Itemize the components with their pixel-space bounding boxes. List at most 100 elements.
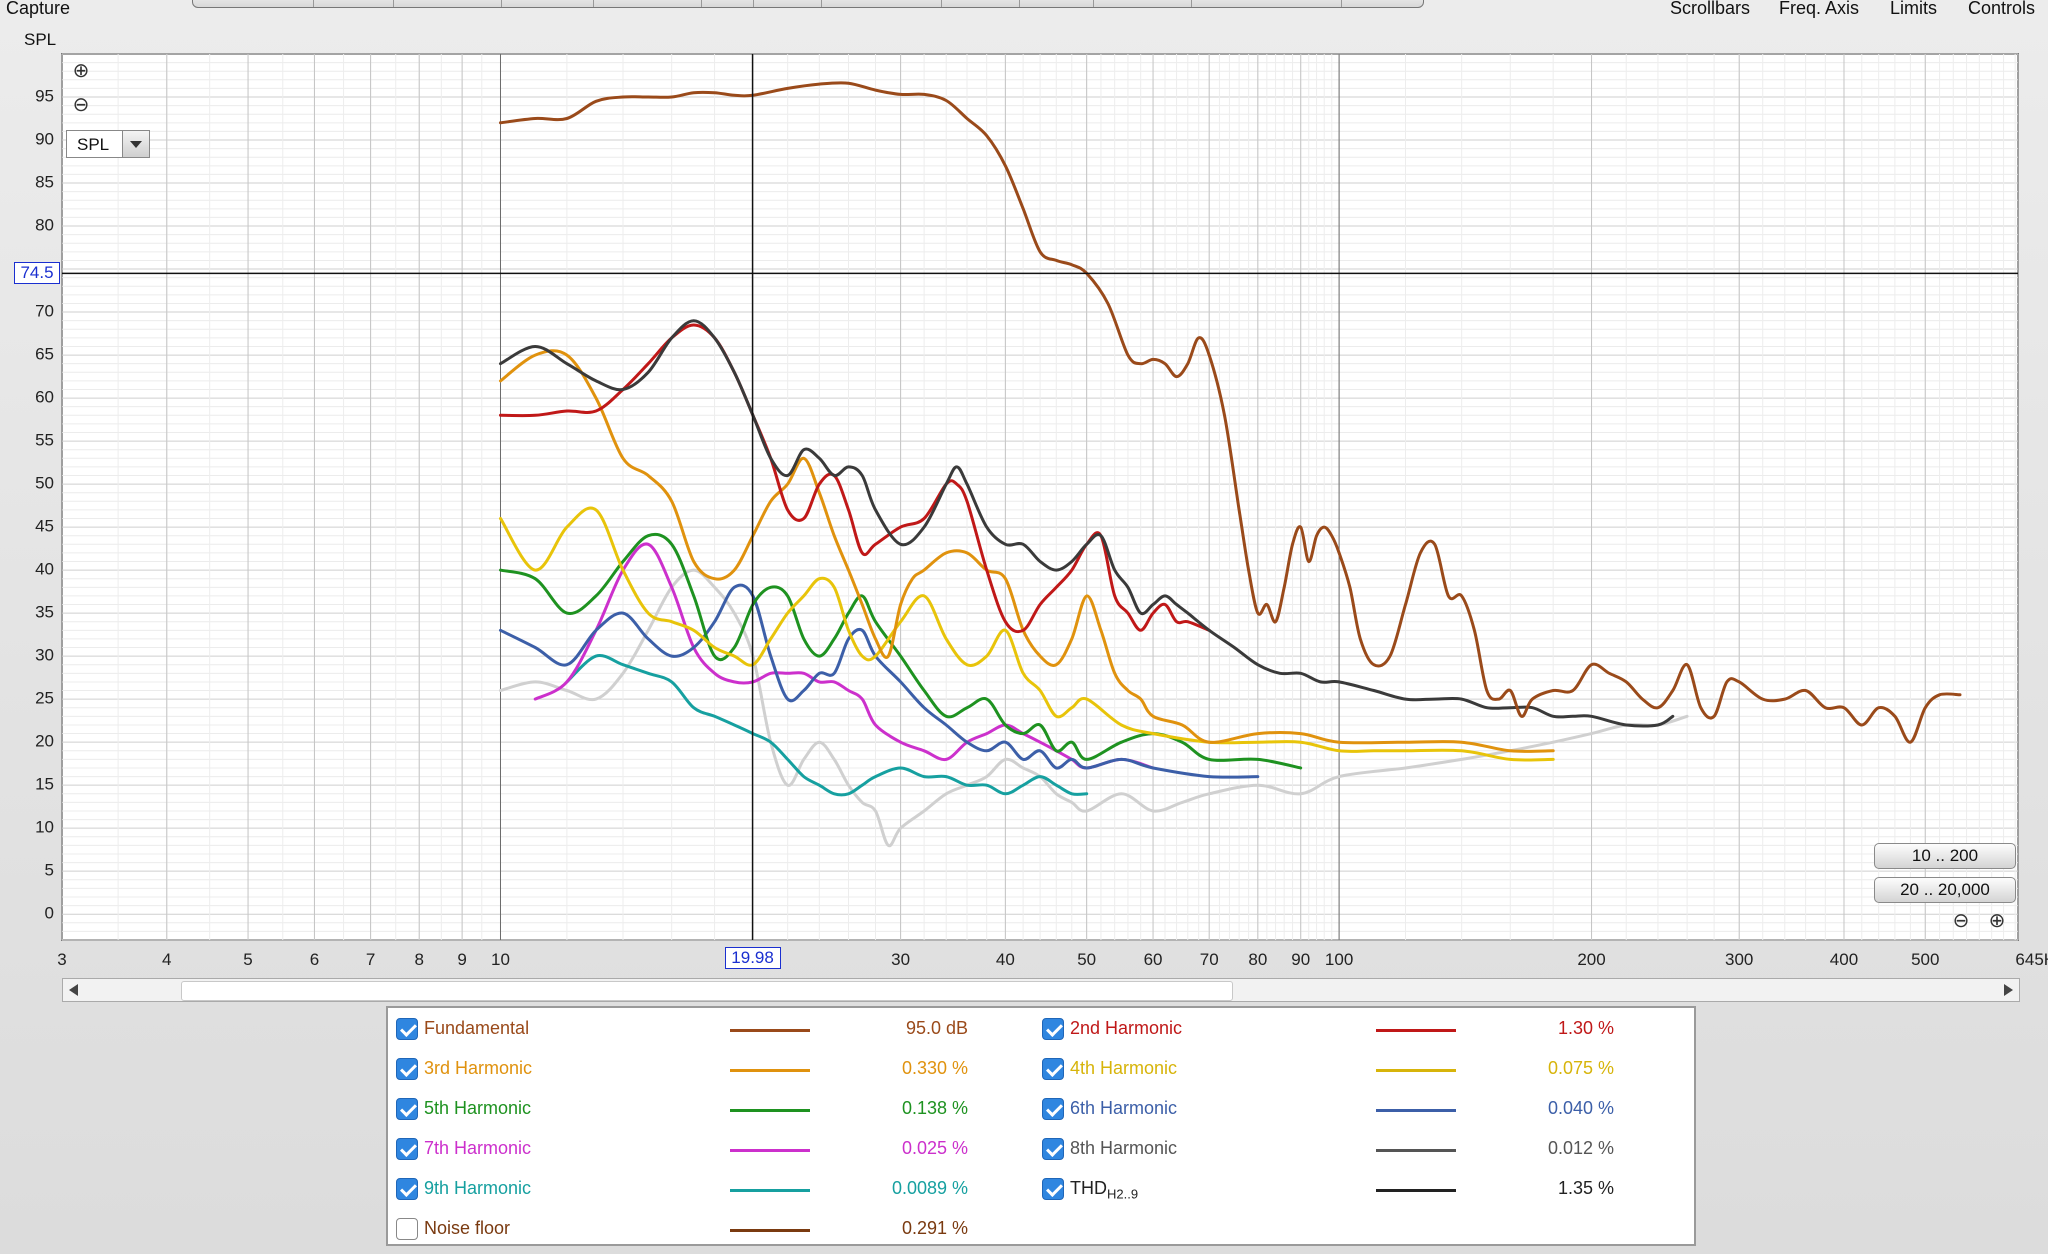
legend-label-subscript: H2..9 [1107,1186,1139,1202]
legend-value: 95.0 dB [905,1018,968,1038]
x-tick-label: 8 [414,950,423,969]
legend-item-thd[interactable]: THDH2..9 1.35 % [1034,1170,1674,1210]
y-tick-label: 45 [35,517,54,536]
legend-value: 0.330 % [901,1058,968,1078]
y-cursor-readout: 74.5 [14,262,60,285]
legend-checkbox[interactable] [396,1058,418,1080]
x-tick-label: 9 [457,950,466,969]
legend-checkbox[interactable] [396,1138,418,1160]
x-tick-label: 300 [1725,950,1753,969]
x-tick-label: 30 [891,950,910,969]
x-tick-label: 10 [491,950,510,969]
legend-item-2nd-harmonic[interactable]: 2nd Harmonic 1.30 % [1034,1010,1674,1050]
legend-item-fundamental[interactable]: Fundamental 95.0 dB [388,1010,1028,1050]
legend-label: 5th Harmonic [424,1098,532,1118]
legend-checkbox[interactable] [1042,1098,1064,1120]
legend-checkbox[interactable] [1042,1018,1064,1040]
y-tick-label: 85 [35,173,54,192]
x-tick-label: 70 [1200,950,1219,969]
legend-label: 2nd Harmonic [1070,1018,1183,1038]
legend-label: 8th Harmonic [1070,1138,1178,1158]
legend-checkbox[interactable] [396,1018,418,1040]
legend-item-7th-harmonic[interactable]: 7th Harmonic 0.025 % [388,1130,1028,1170]
y-unit-select[interactable]: SPL [66,130,150,158]
y-tick-label: 80 [35,216,54,235]
range-20-20000-button[interactable]: 20 .. 20,000 [1874,877,2016,903]
x-tick-label: 3 [57,950,66,969]
y-tick-label: 10 [35,818,54,837]
legend-checkbox[interactable] [396,1178,418,1200]
x-tick-label: 400 [1830,950,1858,969]
scroll-left-icon[interactable] [69,984,78,996]
horizontal-scrollbar[interactable] [62,978,2020,1002]
legend-swatch [1376,1029,1456,1032]
x-tick-label: 100 [1325,950,1353,969]
legend-swatch [730,1189,810,1192]
x-zoom-in-icon[interactable]: ⊕ [1986,910,2008,932]
legend-value: 0.040 % [1547,1098,1614,1118]
y-tick-label: 70 [35,302,54,321]
x-tick-label: 5 [243,950,252,969]
y-tick-label: 35 [35,603,54,622]
x-tick-label: 80 [1248,950,1267,969]
legend-label: 4th Harmonic [1070,1058,1178,1078]
legend-value: 0.138 % [901,1098,968,1118]
legend-value: 1.30 % [1557,1018,1614,1038]
scroll-right-icon[interactable] [2004,984,2013,996]
legend-swatch [730,1029,810,1032]
legend-checkbox[interactable] [396,1218,418,1240]
y-tick-label: 55 [35,431,54,450]
legend-value: 1.35 % [1557,1178,1614,1198]
legend-value: 0.025 % [901,1138,968,1158]
legend-swatch [730,1069,810,1072]
y-tick-label: 65 [35,345,54,364]
x-tick-label: 645Hz [2015,950,2048,969]
range-10-200-button[interactable]: 10 .. 200 [1874,843,2016,869]
legend-checkbox[interactable] [1042,1058,1064,1080]
x-cursor-readout: 19.98 [724,947,781,969]
y-zoom-in-icon[interactable]: ⊕ [70,60,92,82]
x-tick-label: 500 [1911,950,1939,969]
x-tick-label: 4 [162,950,171,969]
legend-item-8th-harmonic[interactable]: 8th Harmonic 0.012 % [1034,1130,1674,1170]
y-tick-label: 15 [35,775,54,794]
legend-label: Fundamental [424,1018,530,1038]
y-tick-label: 90 [35,130,54,149]
legend-value: 0.012 % [1547,1138,1614,1158]
legend-item-9th-harmonic[interactable]: 9th Harmonic 0.0089 % [388,1170,1028,1210]
legend-item-6th-harmonic[interactable]: 6th Harmonic 0.040 % [1034,1090,1674,1130]
x-tick-label: 7 [366,950,375,969]
legend-item-4th-harmonic[interactable]: 4th Harmonic 0.075 % [1034,1050,1674,1090]
distortion-graph[interactable]: 051015202530354045505560657080859095 345… [0,0,2048,1000]
chevron-down-icon [122,131,149,157]
legend-item-3rd-harmonic[interactable]: 3rd Harmonic 0.330 % [388,1050,1028,1090]
y-tick-label: 60 [35,388,54,407]
legend-checkbox[interactable] [1042,1178,1064,1200]
y-tick-label: 30 [35,646,54,665]
legend-label: 3rd Harmonic [424,1058,533,1078]
legend-label: 7th Harmonic [424,1138,532,1158]
legend-swatch [730,1229,810,1232]
scrollbar-thumb[interactable] [181,981,1233,1001]
legend-checkbox[interactable] [396,1098,418,1120]
x-tick-label: 200 [1577,950,1605,969]
legend-swatch [730,1149,810,1152]
x-zoom-out-icon[interactable]: ⊖ [1950,910,1972,932]
legend-item-noise-floor[interactable]: Noise floor 0.291 % [388,1210,1028,1250]
y-tick-label: 20 [35,732,54,751]
legend-swatch [730,1109,810,1112]
x-tick-label: 50 [1077,950,1096,969]
y-zoom-out-icon[interactable]: ⊖ [70,94,92,116]
x-tick-label: 60 [1144,950,1163,969]
legend-label: 6th Harmonic [1070,1098,1178,1118]
legend-item-5th-harmonic[interactable]: 5th Harmonic 0.138 % [388,1090,1028,1130]
legend-label: 9th Harmonic [424,1178,532,1198]
x-tick-label: 40 [996,950,1015,969]
legend-checkbox[interactable] [1042,1138,1064,1160]
y-tick-label: 40 [35,560,54,579]
x-tick-label: 90 [1291,950,1310,969]
y-axis-title: SPL [24,30,57,49]
legend-label: Noise floor [424,1218,511,1238]
legend-value: 0.0089 % [891,1178,968,1198]
y-tick-label: 50 [35,474,54,493]
